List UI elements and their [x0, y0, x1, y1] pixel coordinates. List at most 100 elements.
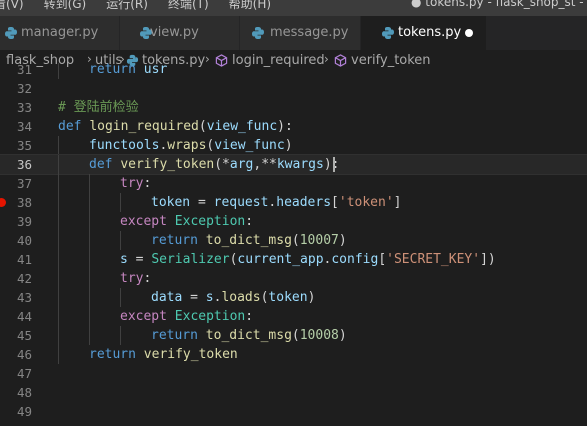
code-line[interactable]: 37 try:: [0, 174, 587, 193]
code-line[interactable]: 40 return to_dict_msg(10007): [0, 231, 587, 250]
indent-guide: [89, 193, 90, 212]
indent-guide: [89, 212, 90, 231]
tab-view-py[interactable]: view.py: [120, 16, 240, 50]
code-line[interactable]: 44 except Exception:: [0, 307, 587, 326]
line-number[interactable]: 39: [0, 212, 32, 231]
code-text: s = Serializer(current_app.config['SECRE…: [120, 252, 496, 267]
line-number[interactable]: 37: [0, 174, 32, 193]
line-number[interactable]: 48: [0, 383, 32, 402]
code-line[interactable]: 31 return usr: [0, 63, 587, 79]
indent-guide: [89, 288, 90, 307]
python-file-icon: [4, 26, 18, 44]
indent-guide: [120, 326, 121, 345]
indent-guide: [58, 231, 59, 250]
menu-bar: 看(V) 转到(G) 运行(R) 终端(T) 帮助(H): [0, 0, 291, 12]
code-text: return verify_token: [89, 347, 238, 362]
menu-run[interactable]: 运行(R): [106, 0, 148, 12]
indent-guide: [58, 155, 59, 174]
code-text: functools.wraps(view_func): [89, 138, 293, 153]
line-number[interactable]: 42: [0, 269, 32, 288]
code-editor[interactable]: 31 return usr 32 33 # 登陆前检验 34 def login_requi…: [0, 63, 587, 426]
window-title: ● tokens.py - flask_shop_st - Visual: [411, 0, 587, 9]
code-line[interactable]: 33 # 登陆前检验: [0, 98, 587, 117]
python-file-icon: [251, 26, 265, 44]
indent-guide: [58, 193, 59, 212]
tab-label: view.py: [150, 25, 199, 40]
indent-guide: [89, 307, 90, 326]
menu-help[interactable]: 帮助(H): [229, 0, 271, 12]
indent-guide: [58, 212, 59, 231]
code-line[interactable]: 45 return to_dict_msg(10008): [0, 326, 587, 345]
indent-guide: [120, 288, 121, 307]
code-text: return to_dict_msg(10008): [151, 328, 347, 343]
line-number[interactable]: 45: [0, 326, 32, 345]
tab-tokens-py[interactable]: tokens.py: [361, 16, 487, 50]
tab-bar: manager.py view.py message.py tokens.py: [0, 16, 587, 50]
indent-guide: [58, 63, 59, 79]
code-line[interactable]: 38 token = request.headers['token']: [0, 193, 587, 212]
menu-view[interactable]: 看(V): [0, 0, 24, 12]
tab-label: message.py: [270, 25, 349, 40]
code-line[interactable]: 46 return verify_token: [0, 345, 587, 364]
code-line[interactable]: 35 functools.wraps(view_func): [0, 136, 587, 155]
code-text: except Exception:: [120, 309, 254, 324]
code-line[interactable]: 32: [0, 79, 587, 98]
code-line[interactable]: 41 s = Serializer(current_app.config['SEC…: [0, 250, 587, 269]
tab-label: manager.py: [21, 25, 99, 40]
tab-message-py[interactable]: message.py: [240, 16, 361, 50]
indent-guide: [58, 250, 59, 269]
indent-guide: [89, 174, 90, 193]
code-text: data = s.loads(token): [151, 290, 316, 305]
tab-manager-py[interactable]: manager.py: [0, 16, 120, 50]
menu-terminal[interactable]: 终端(T): [168, 0, 209, 12]
indent-guide: [120, 193, 121, 212]
line-number[interactable]: 41: [0, 250, 32, 269]
indent-guide: [58, 307, 59, 326]
code-text: try:: [120, 176, 152, 191]
menu-go[interactable]: 转到(G): [44, 0, 87, 12]
indent-guide: [89, 326, 90, 345]
line-number[interactable]: 36: [0, 155, 32, 174]
line-number[interactable]: 35: [0, 136, 32, 155]
code-text: def login_required(view_func):: [58, 119, 293, 134]
indent-guide: [89, 231, 90, 250]
line-number[interactable]: 40: [0, 231, 32, 250]
indent-guide: [58, 288, 59, 307]
line-number[interactable]: 47: [0, 364, 32, 383]
indent-guide: [58, 326, 59, 345]
code-text: except Exception:: [120, 214, 254, 229]
line-number[interactable]: 31: [0, 63, 32, 79]
indent-guide: [58, 269, 59, 288]
code-line[interactable]: 42 try:: [0, 269, 587, 288]
indent-guide: [58, 136, 59, 155]
code-line[interactable]: 48: [0, 383, 587, 402]
line-number[interactable]: 34: [0, 117, 32, 136]
code-text: def verify_token(*arg,**kwargs):: [89, 157, 340, 172]
line-number[interactable]: 33: [0, 98, 32, 117]
line-number[interactable]: 32: [0, 79, 32, 98]
unsaved-dot-icon[interactable]: [465, 29, 473, 37]
tab-label: tokens.py: [398, 25, 462, 40]
code-line[interactable]: 47: [0, 364, 587, 383]
line-number[interactable]: 44: [0, 307, 32, 326]
indent-guide: [58, 345, 59, 364]
code-line[interactable]: 43 data = s.loads(token): [0, 288, 587, 307]
code-line[interactable]: 39 except Exception:: [0, 212, 587, 231]
title-bar: 看(V) 转到(G) 运行(R) 终端(T) 帮助(H) ● tokens.py…: [0, 0, 587, 16]
code-line[interactable]: 36 def verify_token(*arg,**kwargs):: [0, 154, 587, 175]
text-cursor: [333, 157, 335, 172]
code-text: # 登陆前检验: [58, 100, 139, 115]
code-line[interactable]: 34 def login_required(view_func):: [0, 117, 587, 136]
code-line[interactable]: 49: [0, 402, 587, 421]
line-number[interactable]: 49: [0, 402, 32, 421]
line-number[interactable]: 43: [0, 288, 32, 307]
indent-guide: [89, 250, 90, 269]
python-file-icon: [381, 26, 395, 44]
line-number[interactable]: 46: [0, 345, 32, 364]
code-text: token = request.headers['token']: [151, 195, 402, 210]
indent-guide: [120, 231, 121, 250]
code-text: return usr: [89, 63, 168, 77]
indent-guide: [58, 174, 59, 193]
indent-guide: [89, 269, 90, 288]
code-text: try:: [120, 271, 152, 286]
